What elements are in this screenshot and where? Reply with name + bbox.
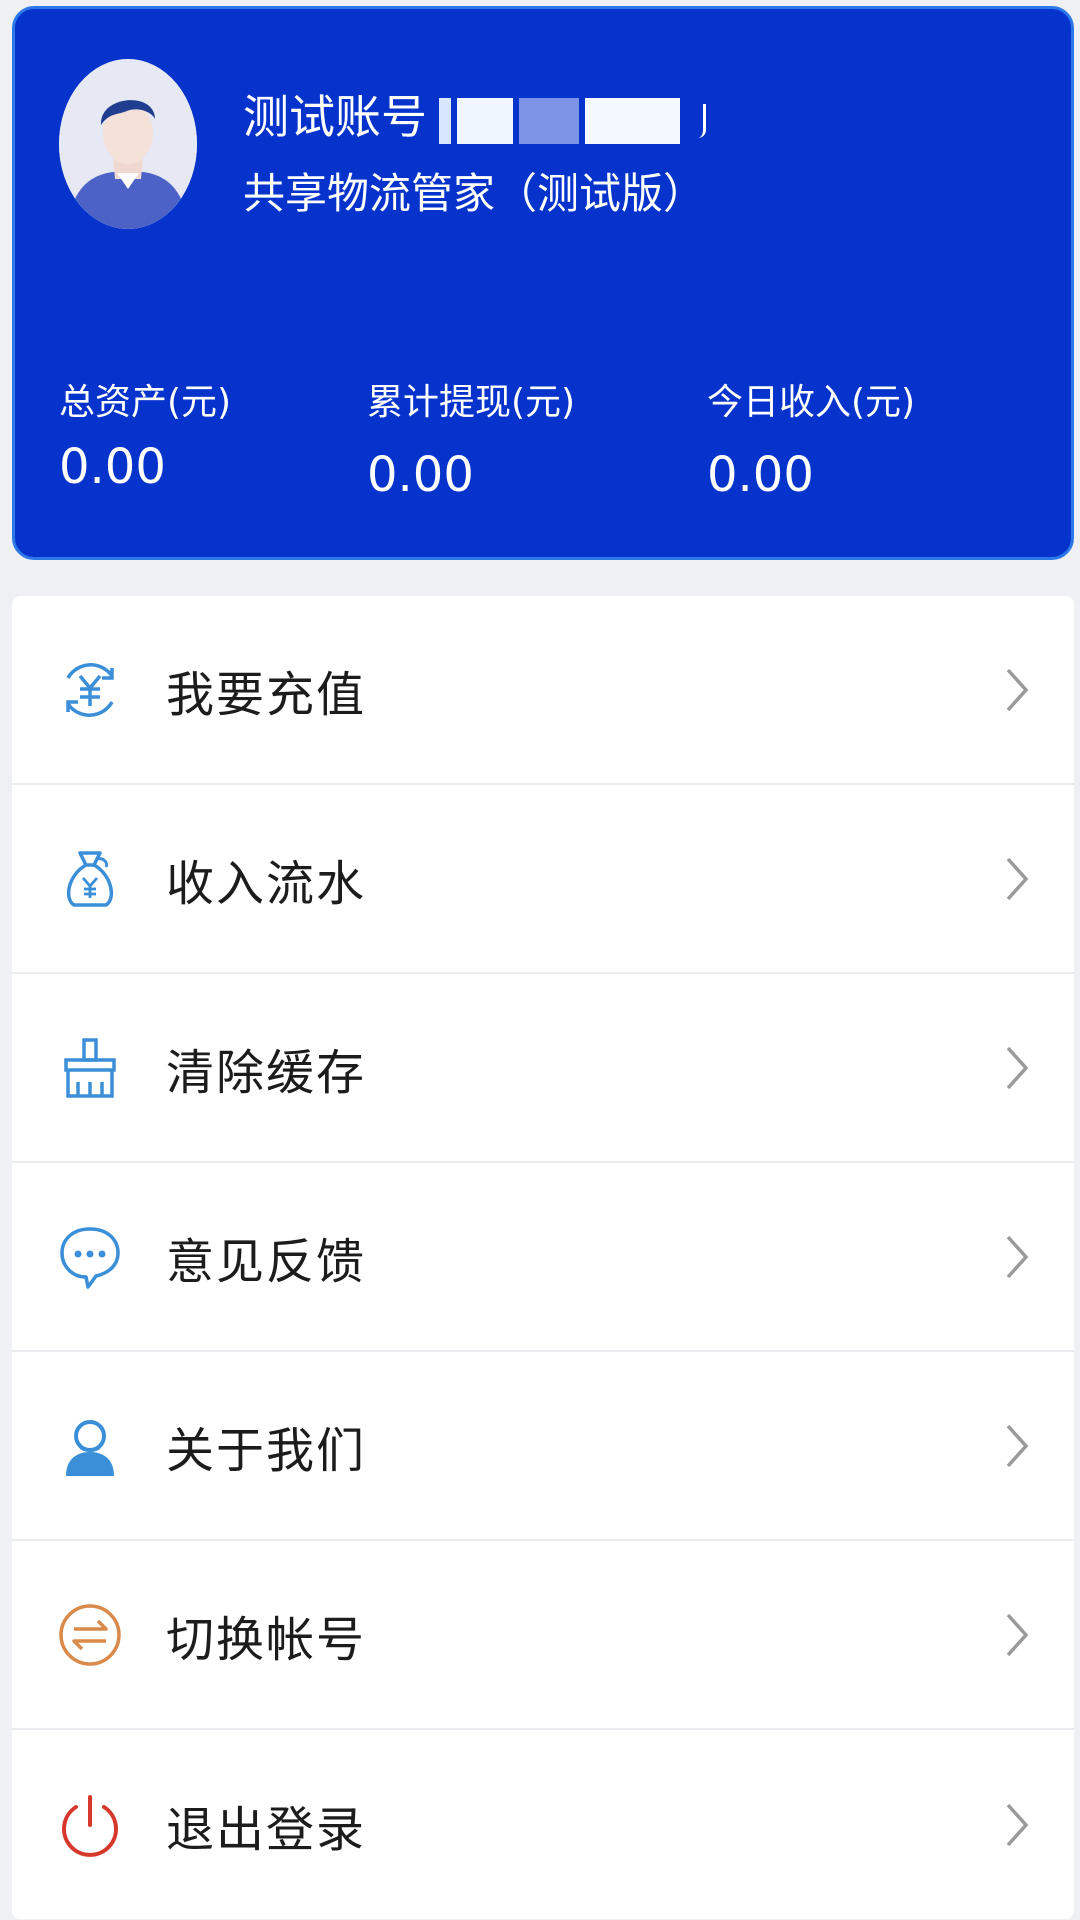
menu-label: 收入流水 bbox=[166, 855, 367, 912]
stat-label: 今日收入(元) bbox=[707, 382, 916, 423]
menu-label: 退出登录 bbox=[166, 1801, 367, 1858]
stat-total-assets[interactable]: 总资产(元) 0.00 bbox=[59, 381, 231, 495]
stat-label: 累计提现(元) bbox=[367, 382, 576, 423]
menu-label: 清除缓存 bbox=[166, 1044, 367, 1101]
broom-icon bbox=[64, 1037, 116, 1098]
chat-bubble-icon bbox=[60, 1226, 120, 1289]
menu-label: 切换帐号 bbox=[166, 1611, 367, 1668]
stat-value: 0.00 bbox=[707, 447, 814, 503]
masked-segment bbox=[519, 97, 579, 144]
menu-item-recharge[interactable]: 我要充值 bbox=[12, 596, 1074, 785]
masked-segment bbox=[692, 103, 706, 138]
menu-item-clear-cache[interactable]: 清除缓存 bbox=[12, 974, 1074, 1163]
menu-label: 意见反馈 bbox=[166, 1233, 367, 1290]
masked-segment bbox=[585, 97, 680, 144]
menu-item-feedback[interactable]: 意见反馈 bbox=[12, 1163, 1074, 1352]
chevron-right-icon bbox=[1006, 1613, 1029, 1656]
stat-total-withdrawn[interactable]: 累计提现(元) 0.00 bbox=[367, 381, 575, 503]
chevron-right-icon bbox=[1006, 857, 1029, 900]
chevron-right-icon bbox=[1006, 1235, 1029, 1278]
chevron-right-icon bbox=[1006, 1803, 1029, 1846]
menu-item-switch-account[interactable]: 切换帐号 bbox=[12, 1541, 1074, 1730]
avatar[interactable] bbox=[59, 59, 197, 229]
menu-item-logout[interactable]: 退出登录 bbox=[12, 1730, 1074, 1919]
stat-value: 0.00 bbox=[367, 447, 474, 503]
profile-card: 测试账号 共享物流管家（测试版） 总资产(元) 0.00 累计提现(元) 0.0… bbox=[12, 6, 1074, 560]
app-name: 共享物流管家（测试版） bbox=[243, 169, 706, 218]
masked-segment bbox=[457, 97, 513, 144]
account-prefix: 测试账号 bbox=[243, 90, 427, 144]
stat-today-income[interactable]: 今日收入(元) 0.00 bbox=[707, 381, 915, 503]
menu-label: 关于我们 bbox=[166, 1422, 367, 1479]
menu-list: 我要充值 收入流水 清除缓存 意见反馈 关于我们 切换帐号 退出登录 bbox=[12, 596, 1074, 1919]
switch-icon bbox=[59, 1603, 121, 1666]
masked-account-number bbox=[439, 97, 451, 144]
power-icon bbox=[62, 1794, 118, 1857]
menu-item-about-us[interactable]: 关于我们 bbox=[12, 1352, 1074, 1541]
menu-label: 我要充值 bbox=[166, 666, 367, 723]
menu-item-income-flow[interactable]: 收入流水 bbox=[12, 785, 1074, 974]
money-bag-icon bbox=[66, 850, 114, 907]
person-icon bbox=[66, 1419, 114, 1476]
user-avatar-icon bbox=[59, 59, 197, 229]
recharge-icon bbox=[66, 662, 114, 717]
chevron-right-icon bbox=[1006, 1424, 1029, 1467]
stat-label: 总资产(元) bbox=[59, 382, 232, 423]
stat-value: 0.00 bbox=[59, 439, 166, 495]
chevron-right-icon bbox=[1006, 1046, 1029, 1089]
account-name: 测试账号 bbox=[243, 89, 706, 145]
chevron-right-icon bbox=[1006, 668, 1029, 711]
